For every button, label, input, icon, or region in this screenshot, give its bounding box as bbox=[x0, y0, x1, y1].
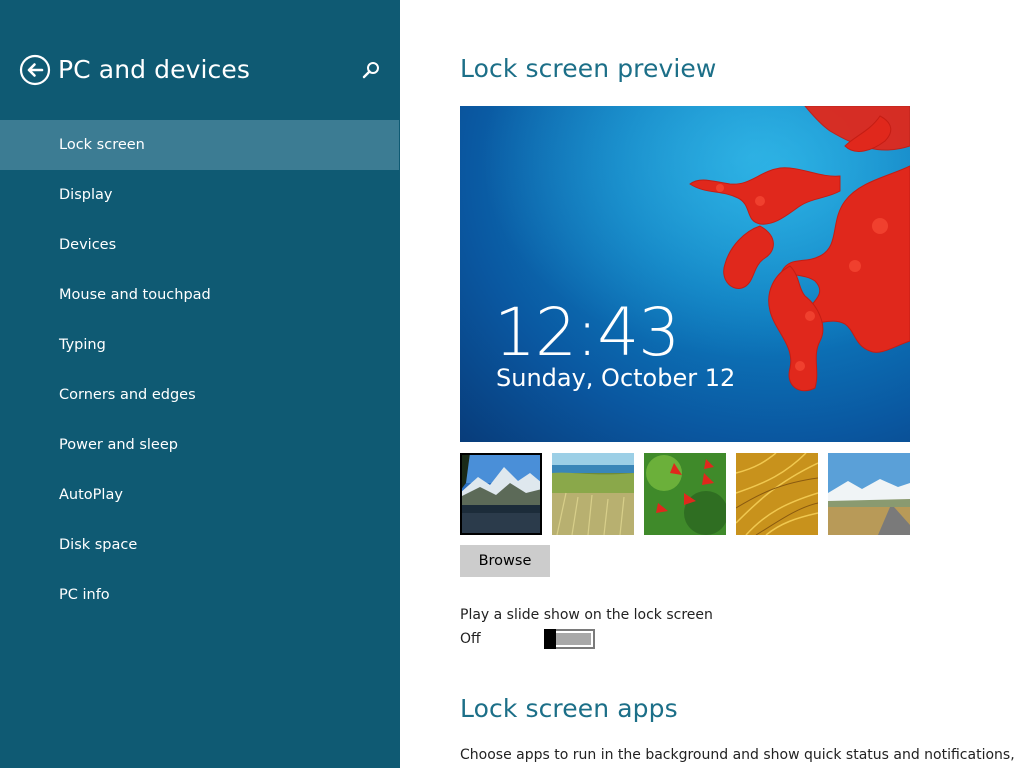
sidebar: PC and devices Lock screen Display Devic… bbox=[0, 0, 400, 768]
lock-screen-apps-heading: Lock screen apps bbox=[460, 694, 678, 723]
sidebar-nav: Lock screen Display Devices Mouse and to… bbox=[0, 120, 400, 620]
sidebar-header: PC and devices bbox=[0, 0, 400, 120]
settings-window: PC and devices Lock screen Display Devic… bbox=[0, 0, 1024, 768]
slideshow-toggle[interactable] bbox=[544, 629, 595, 649]
slideshow-label: Play a slide show on the lock screen bbox=[460, 607, 713, 623]
toggle-knob[interactable] bbox=[544, 629, 556, 649]
sidebar-item-typing[interactable]: Typing bbox=[0, 320, 400, 370]
slideshow-state-text: Off bbox=[460, 631, 481, 647]
lock-screen-preview-heading: Lock screen preview bbox=[460, 54, 717, 83]
sidebar-item-mouse-and-touchpad[interactable]: Mouse and touchpad bbox=[0, 270, 400, 320]
background-thumbnails bbox=[460, 453, 920, 535]
back-arrow-icon[interactable] bbox=[19, 54, 51, 86]
preview-clock: 12:43 bbox=[494, 294, 680, 371]
thumbnail-mountain-road[interactable] bbox=[828, 453, 910, 535]
sidebar-item-disk-space[interactable]: Disk space bbox=[0, 520, 400, 570]
thumbnail-grass-coast[interactable] bbox=[552, 453, 634, 535]
sidebar-item-autoplay[interactable]: AutoPlay bbox=[0, 470, 400, 520]
sidebar-item-devices[interactable]: Devices bbox=[0, 220, 400, 270]
thumbnail-golden-grass[interactable] bbox=[736, 453, 818, 535]
sidebar-item-corners-and-edges[interactable]: Corners and edges bbox=[0, 370, 400, 420]
sidebar-item-lock-screen[interactable]: Lock screen bbox=[0, 120, 399, 170]
browse-button[interactable]: Browse bbox=[460, 545, 550, 577]
sidebar-item-pc-info[interactable]: PC info bbox=[0, 570, 400, 620]
sidebar-item-power-and-sleep[interactable]: Power and sleep bbox=[0, 420, 400, 470]
page-title: PC and devices bbox=[58, 55, 251, 84]
preview-date: Sunday, October 12 bbox=[496, 364, 736, 392]
lock-screen-apps-description: Choose apps to run in the background and… bbox=[460, 747, 1015, 763]
search-icon[interactable] bbox=[358, 58, 384, 84]
thumbnail-red-flowers[interactable] bbox=[644, 453, 726, 535]
lock-screen-preview: 12:43 Sunday, October 12 bbox=[460, 106, 910, 442]
sidebar-item-display[interactable]: Display bbox=[0, 170, 400, 220]
main-content: Lock screen preview 12:43 Sunday, Octobe… bbox=[400, 0, 1024, 768]
thumbnail-mountain-lake[interactable] bbox=[460, 453, 542, 535]
